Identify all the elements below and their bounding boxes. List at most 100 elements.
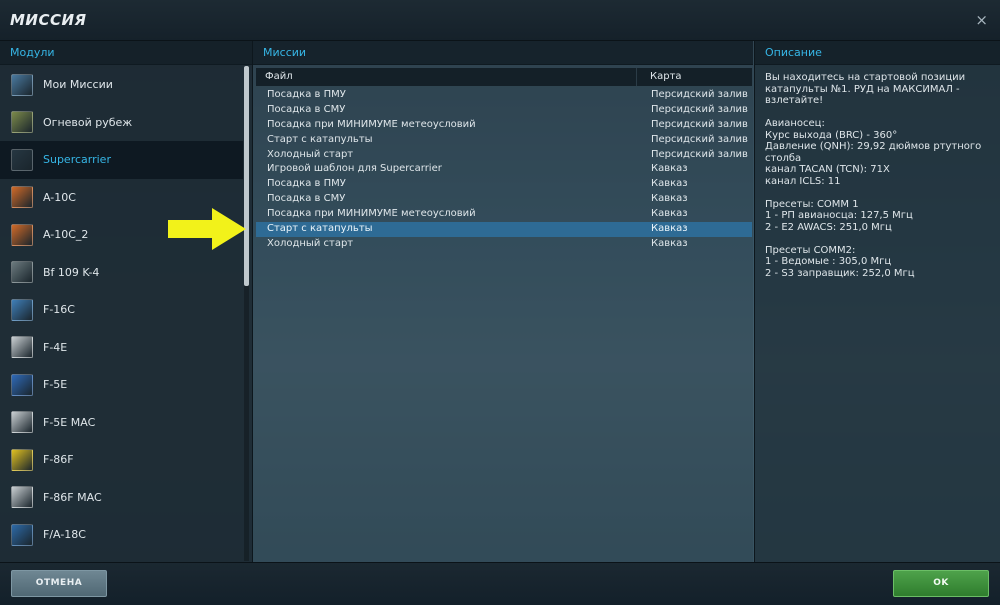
mission-row[interactable]: Посадка при МИНИМУМЕ метеоусловий Персидс… — [256, 118, 752, 133]
module-label: Огневой рубеж — [43, 115, 133, 129]
module-label: F-5E MAC — [43, 415, 96, 429]
footer-bar: ОТМЕНА OK — [0, 562, 1000, 605]
firing-range-icon — [11, 111, 33, 134]
mission-row[interactable]: Посадка при МИНИМУМЕ метеоусловий Кавказ — [256, 207, 752, 222]
supercarrier-icon — [11, 148, 33, 171]
mission-map: Кавказ — [651, 193, 688, 205]
module-label: A-10C_2 — [43, 228, 89, 242]
mission-map: Персидский залив — [651, 133, 748, 145]
bf109-icon — [11, 261, 33, 284]
mission-row[interactable]: Игровой шаблон для Supercarrier Кавказ — [256, 162, 752, 177]
mission-row[interactable]: Холодный старт Кавказ — [256, 237, 752, 252]
description-line: 1 - РП авианосца: 127,5 Мгц — [765, 210, 913, 221]
mission-map: Кавказ — [651, 223, 688, 235]
mission-name: Посадка в СМУ — [267, 103, 346, 115]
mission-name: Посадка при МИНИМУМЕ метеоусловий — [267, 118, 476, 130]
module-item[interactable]: F-4E — [0, 329, 243, 367]
mission-name: Старт с катапульты — [267, 223, 373, 235]
cancel-button[interactable]: ОТМЕНА — [11, 570, 107, 597]
modules-header: Модули — [0, 41, 252, 65]
window-title: МИССИЯ — [10, 11, 87, 29]
yellow-arrow-icon — [168, 208, 246, 250]
module-label: F-86F MAC — [43, 490, 102, 504]
description-line: Курс выхода (BRC) - 360° — [765, 129, 898, 141]
module-item[interactable]: Мои Миссии — [0, 66, 243, 104]
mission-name: Посадка в СМУ — [267, 193, 346, 205]
mission-name: Посадка в ПМУ — [267, 89, 346, 100]
mission-name: Холодный старт — [267, 148, 354, 160]
mission-window: МИССИЯ × Модули Мои Миссии Огневой рубеж S… — [0, 0, 1000, 605]
mission-map: Персидский залив — [651, 103, 748, 115]
module-label: Bf 109 K-4 — [43, 265, 100, 279]
description-line: Пресеты COMM2: — [765, 244, 856, 256]
description-line: Давление (QNH): 29,92 дюймов ртутного — [765, 141, 982, 152]
f86f-icon — [11, 448, 33, 471]
mission-name: Посадка в ПМУ — [267, 178, 346, 190]
mission-name: Посадка при МИНИМУМЕ метеоусловий — [267, 208, 476, 220]
module-item[interactable]: F-16C — [0, 291, 243, 329]
module-label: Supercarrier — [43, 153, 111, 167]
module-item[interactable]: F-5E — [0, 366, 243, 404]
fa18c-icon — [11, 523, 33, 546]
missions-panel: Миссии Файл Карта Посадка в ПМУ Персидски… — [253, 41, 753, 562]
module-label: Мои Миссии — [43, 78, 113, 92]
f16c-icon — [11, 298, 33, 321]
module-label: F-4E — [43, 340, 68, 354]
mission-map: Персидский залив — [651, 148, 748, 160]
f86f-mac-icon — [11, 486, 33, 509]
mission-row[interactable]: Посадка в ПМУ Кавказ — [256, 177, 752, 192]
f4e-icon — [11, 336, 33, 359]
mission-name: Старт с катапульты — [267, 133, 373, 145]
mission-row[interactable]: Старт с катапульты Кавказ — [256, 222, 752, 237]
module-label: A-10C — [43, 190, 76, 204]
description-line: столба — [765, 152, 802, 164]
f5e-icon — [11, 373, 33, 396]
modules-scroll-thumb[interactable] — [244, 66, 249, 286]
my-missions-icon — [11, 73, 33, 96]
missions-header: Миссии — [253, 41, 753, 65]
f5e-mac-icon — [11, 411, 33, 434]
mission-map: Персидский залив — [651, 89, 748, 100]
modules-scrollbar[interactable] — [244, 66, 249, 561]
module-list: Мои Миссии Огневой рубеж Supercarrier A-10C… — [0, 66, 243, 554]
title-bar: МИССИЯ × — [0, 0, 1000, 41]
description-panel: Описание Вы находитесь на стартовой пози… — [754, 41, 1000, 562]
description-text: Вы находитесь на стартовой позиции катапу… — [765, 72, 997, 279]
missions-table-header: Файл Карта — [256, 68, 752, 86]
mission-name: Холодный старт — [267, 237, 354, 249]
mission-map: Кавказ — [651, 163, 688, 175]
close-icon[interactable]: × — [975, 11, 988, 29]
column-map[interactable]: Карта — [650, 68, 682, 86]
modules-panel: Модули Мои Миссии Огневой рубеж Supercarri… — [0, 41, 253, 562]
module-item[interactable]: F-5E MAC — [0, 404, 243, 442]
module-item[interactable]: F-86F — [0, 441, 243, 479]
module-item[interactable]: F-86F MAC — [0, 479, 243, 517]
module-item[interactable]: F/A-18C — [0, 516, 243, 554]
module-item[interactable]: Огневой рубеж — [0, 104, 243, 142]
a10c2-icon — [11, 223, 33, 246]
module-item[interactable]: Bf 109 K-4 — [0, 254, 243, 292]
description-line: катапульты №1. РУД на МАКСИМАЛ - — [765, 83, 960, 95]
module-label: F-5E — [43, 378, 68, 392]
missions-list: Посадка в ПМУ Персидский залив Посадка в С… — [256, 88, 752, 252]
mission-map: Персидский залив — [651, 118, 748, 130]
module-item[interactable]: Supercarrier — [0, 141, 243, 179]
column-file[interactable]: Файл — [265, 68, 293, 86]
description-line: взлетайте! — [765, 95, 824, 106]
description-line: Пресеты: COMM 1 — [765, 198, 859, 210]
ok-button[interactable]: OK — [893, 570, 989, 597]
description-line: Авианосец: — [765, 118, 825, 129]
description-header: Описание — [755, 41, 1000, 65]
mission-row[interactable]: Посадка в ПМУ Персидский залив — [256, 88, 752, 103]
description-line: 1 - Ведомые : 305,0 Мгц — [765, 256, 892, 267]
mission-row[interactable]: Старт с катапульты Персидский залив — [256, 133, 752, 148]
mission-row[interactable]: Посадка в СМУ Кавказ — [256, 192, 752, 207]
description-line: канал ICLS: 11 — [765, 175, 841, 187]
mission-map: Кавказ — [651, 208, 688, 220]
mission-map: Кавказ — [651, 237, 688, 249]
column-divider[interactable] — [636, 68, 637, 86]
mission-row[interactable]: Посадка в СМУ Персидский залив — [256, 103, 752, 118]
module-label: F-86F — [43, 453, 74, 467]
mission-row[interactable]: Холодный старт Персидский залив — [256, 148, 752, 163]
